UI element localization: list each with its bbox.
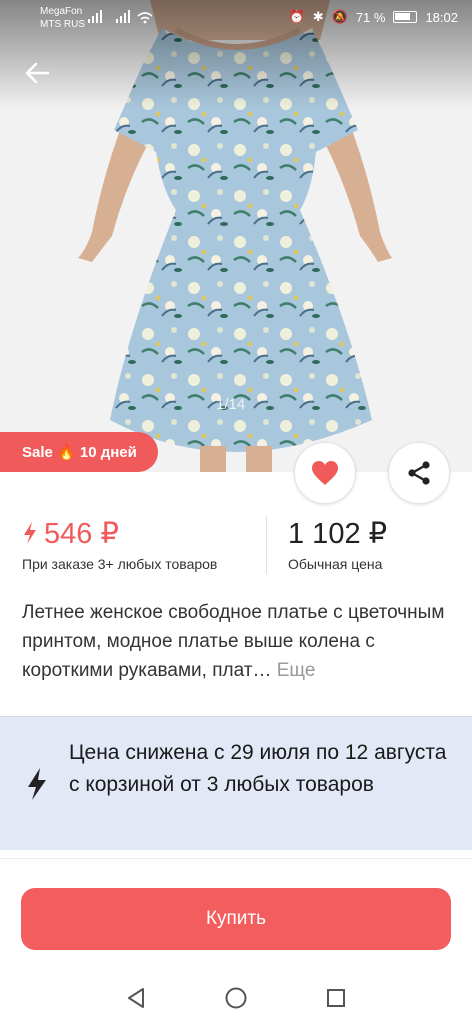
bolt-icon [28, 768, 46, 800]
favorite-button[interactable] [294, 442, 356, 504]
share-icon [408, 461, 430, 485]
system-nav-bar [0, 970, 472, 1024]
heart-icon [312, 461, 338, 485]
nav-back-icon[interactable] [124, 986, 148, 1010]
sale-price-note: При заказе 3+ любых товаров [22, 556, 218, 572]
sale-price: 546 ₽ [22, 514, 217, 552]
description-more-link[interactable]: Еще [277, 660, 316, 681]
sale-price-value: 546 ₽ [44, 517, 119, 550]
status-bar: MegaFon MTS RUS ⏰ ✱ 🔕 71 % 18:02 [0, 0, 472, 36]
price-divider [266, 516, 267, 574]
buy-button[interactable]: Купить [21, 888, 451, 950]
status-right: ⏰ ✱ 🔕 71 % 18:02 [289, 9, 458, 25]
share-button[interactable] [388, 442, 450, 504]
promo-panel: Цена снижена с 29 июля по 12 августа с к… [0, 716, 472, 850]
back-button[interactable] [20, 56, 54, 90]
product-description: Летнее женское свободное платье с цветоч… [22, 598, 452, 685]
sale-price-block: 546 ₽ При заказе 3+ любых товаров [22, 514, 218, 573]
carrier-2: MTS RUS [40, 19, 85, 30]
alarm-icon: ⏰ [288, 9, 305, 24]
bluetooth-icon: ✱ [312, 9, 324, 24]
signal-icons [88, 10, 153, 27]
sale-badge: Sale 🔥 10 дней [0, 432, 158, 472]
lightning-icon [24, 522, 36, 544]
clock: 18:02 [425, 9, 458, 25]
regular-price: 1 102 ₽ [288, 517, 388, 550]
product-image-gallery[interactable]: MegaFon MTS RUS ⏰ ✱ 🔕 71 % 18:02 1/14 [0, 0, 472, 472]
description-text: Летнее женское свободное платье с цветоч… [22, 602, 445, 681]
carrier-1: MegaFon [40, 6, 83, 17]
nav-recents-icon[interactable] [324, 986, 348, 1010]
arrow-left-icon [25, 62, 50, 84]
regular-price-note: Обычная цена [288, 556, 383, 572]
battery-percent: 71 % [355, 9, 386, 25]
battery-icon [393, 11, 418, 23]
gallery-counter: 1/14 [216, 396, 246, 413]
nav-home-icon[interactable] [224, 986, 248, 1010]
section-divider [0, 858, 472, 859]
signal-icon [88, 10, 153, 24]
regular-price-block: 1 102 ₽ Обычная цена [288, 514, 388, 573]
mute-icon: 🔕 [331, 9, 348, 24]
carrier-info: MegaFon MTS RUS [40, 5, 85, 31]
promo-text: Цена снижена с 29 июля по 12 августа с к… [69, 741, 447, 796]
